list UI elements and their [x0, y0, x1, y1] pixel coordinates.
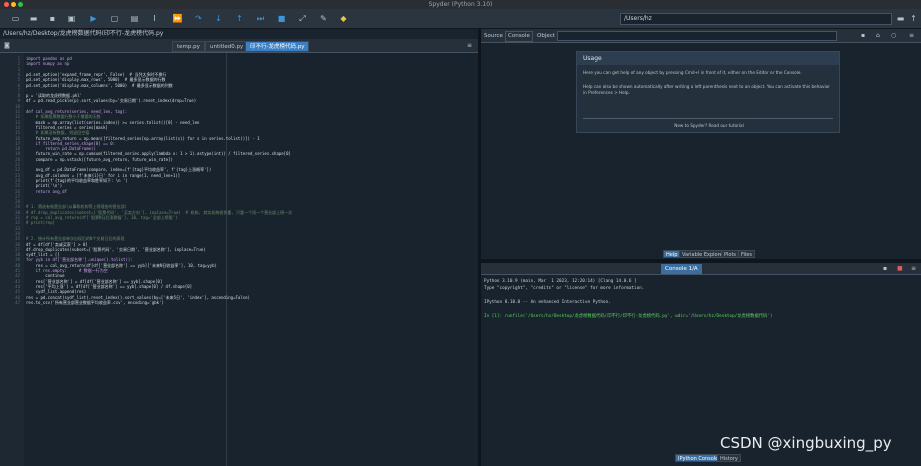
tab-help[interactable]: Help	[663, 250, 681, 258]
tab-temp[interactable]: temp.py	[172, 41, 205, 52]
debug-icon[interactable]: ⏩	[172, 13, 183, 24]
help-toolbar: Source Console Object ▪ ⌂ ○ ≡	[481, 29, 921, 43]
tab-plots[interactable]: Plots	[721, 250, 740, 258]
save-icon[interactable]: ▪	[47, 13, 58, 24]
console-toolbar: Console 1/A ▪ ■ ≡	[481, 263, 921, 275]
lock-icon[interactable]: ▪	[861, 32, 865, 40]
run-cell-advance-icon[interactable]: ▤	[129, 13, 140, 24]
file-list-icon[interactable]: ◙	[4, 42, 10, 50]
source-label: Source	[484, 33, 503, 39]
console-line: Python 3.10.9 (main, Mar 1 2023, 12:20:1…	[484, 279, 637, 284]
title-bar: Spyder (Python 3.10)	[0, 0, 921, 9]
main-toolbar: ▭ ▬ ▪ ▣ ▶ ▢ ▤ I ⏩ ↷ ↓ ↑ ⏭ ■ ⤢ ✎ ◆ /Users…	[0, 9, 921, 29]
usage-text-1: Here you can get help of any object by p…	[583, 70, 802, 75]
usage-text-3[interactable]: New to Spyder? Read our tutorial	[583, 123, 835, 129]
editor-breadcrumb: /Users/hz/Desktop/龙虎榜数据代码(印不行-龙虎榜代码.py	[0, 29, 478, 39]
editor-options-icon[interactable]: ≡	[467, 42, 472, 50]
object-label: Object	[537, 33, 555, 39]
object-input[interactable]	[557, 31, 837, 41]
code-editor[interactable]: 1 import pandas as pd 2 import numpy as np 3…	[0, 53, 478, 466]
console-line: In [1]: runfile('/Users/hz/Desktop/龙虎榜数据…	[484, 314, 773, 319]
console-line: IPython 8.10.0 -- An enhanced Interactiv…	[484, 300, 611, 305]
window-title: Spyder (Python 3.10)	[428, 1, 493, 8]
console-pane-tabs: IPython Console History	[481, 453, 921, 463]
preferences-icon[interactable]: ✎	[318, 13, 329, 24]
help-options-icon[interactable]: ≡	[909, 32, 914, 40]
step-icon[interactable]: ↷	[193, 13, 204, 24]
interrupt-icon[interactable]: ■	[897, 265, 903, 273]
usage-panel: Usage Here you can get help of any objec…	[576, 51, 840, 133]
editor-tab-bar: ◙ temp.py untitled0.py 印不行-龙虎榜代码.py ≡	[0, 39, 478, 53]
stop-kernel-icon[interactable]: ▪	[883, 265, 887, 273]
code-text: res.to_csv('所有营业部营业数据平均收益率.csv', encodin…	[26, 299, 164, 305]
help-pane: Source Console Object ▪ ⌂ ○ ≡ Usage Here…	[481, 29, 921, 259]
parent-folder-icon[interactable]: ↑	[908, 13, 919, 24]
usage-divider	[583, 118, 833, 119]
tab-untitled0[interactable]: untitled0.py	[205, 41, 249, 52]
browse-folder-icon[interactable]: ▬	[895, 13, 906, 24]
home-icon[interactable]: ⌂	[876, 32, 880, 40]
save-all-icon[interactable]: ▣	[66, 13, 77, 24]
run-selection-icon[interactable]: I	[149, 13, 160, 24]
source-select[interactable]: Console	[505, 31, 533, 42]
python-path-icon[interactable]: ◆	[338, 13, 349, 24]
usage-text-2: Help can also be shown automatically aft…	[583, 84, 830, 95]
step-into-icon[interactable]: ↓	[213, 13, 224, 24]
tab-console-1[interactable]: Console 1/A	[661, 264, 702, 274]
continue-icon[interactable]: ⏭	[255, 13, 266, 24]
console-line: Type "copyright", "credits" or "license"…	[484, 286, 645, 291]
tab-ipython-console[interactable]: IPython Console	[675, 454, 722, 462]
tab-history[interactable]: History	[717, 454, 741, 462]
working-directory-input[interactable]: /Users/hz	[620, 13, 892, 25]
open-file-icon[interactable]: ▬	[28, 13, 39, 24]
stop-icon[interactable]: ■	[276, 13, 287, 24]
step-return-icon[interactable]: ↑	[234, 13, 245, 24]
search-icon[interactable]: ○	[891, 32, 896, 40]
watermark: CSDN @xingbuxing_py	[720, 434, 892, 452]
tab-files[interactable]: Files	[738, 250, 755, 258]
usage-title: Usage	[577, 52, 839, 65]
help-pane-tabs: Help Variable Explorer Plots Files	[481, 249, 921, 259]
code-line[interactable]: 47 res.to_csv('所有营业部营业数据平均收益率.csv', encod…	[0, 300, 478, 305]
new-file-icon[interactable]: ▭	[10, 13, 21, 24]
tab-longhubang[interactable]: 印不行-龙虎榜代码.py	[245, 41, 310, 52]
line-number: 47	[15, 299, 20, 305]
run-cell-icon[interactable]: ▢	[109, 13, 120, 24]
run-icon[interactable]: ▶	[88, 13, 99, 24]
console-options-icon[interactable]: ≡	[911, 265, 916, 273]
maximize-icon[interactable]: ⤢	[297, 13, 308, 24]
